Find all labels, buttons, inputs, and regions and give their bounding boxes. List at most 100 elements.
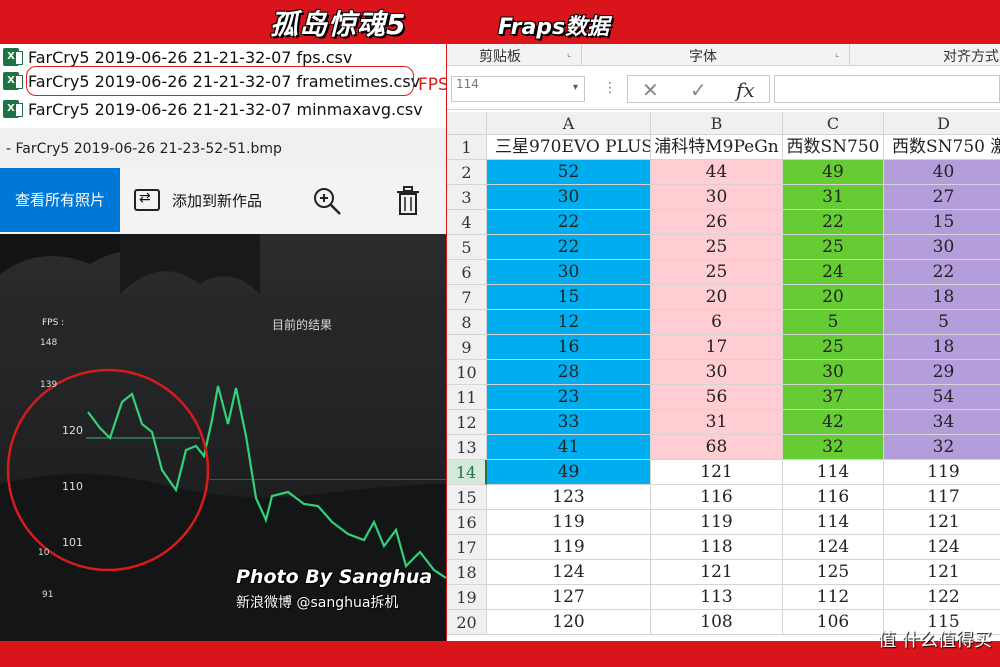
row-number[interactable]: 11	[447, 385, 487, 410]
data-cell[interactable]: 6	[651, 310, 783, 335]
data-cell[interactable]: 30	[884, 235, 1000, 260]
ribbon-group-clipboard[interactable]: 剪贴板	[479, 46, 521, 66]
data-cell[interactable]: 25	[783, 235, 884, 260]
column-header[interactable]: A	[487, 112, 651, 135]
row-number[interactable]: 14	[447, 460, 487, 485]
zoom-in-button[interactable]	[312, 186, 342, 216]
data-cell[interactable]: 124	[783, 535, 884, 560]
data-cell[interactable]: 20	[651, 285, 783, 310]
data-cell[interactable]: 25	[783, 335, 884, 360]
data-cell[interactable]: 119	[651, 510, 783, 535]
row-number[interactable]: 3	[447, 185, 487, 210]
data-cell[interactable]: 32	[783, 435, 884, 460]
row-number[interactable]: 18	[447, 560, 487, 585]
cancel-icon[interactable]: ✕	[642, 78, 659, 102]
header-cell[interactable]: 西数SN750 激	[884, 135, 1000, 160]
row-number[interactable]: 4	[447, 210, 487, 235]
data-cell[interactable]: 31	[783, 185, 884, 210]
data-cell[interactable]: 118	[651, 535, 783, 560]
data-cell[interactable]: 112	[783, 585, 884, 610]
data-cell[interactable]: 124	[884, 535, 1000, 560]
data-cell[interactable]: 125	[783, 560, 884, 585]
more-options-icon[interactable]: ⋮	[603, 80, 617, 96]
row-number[interactable]: 6	[447, 260, 487, 285]
data-cell[interactable]: 15	[487, 285, 651, 310]
data-cell[interactable]: 108	[651, 610, 783, 635]
data-cell[interactable]: 22	[783, 210, 884, 235]
ribbon-group-alignment[interactable]: 对齐方式	[943, 46, 999, 66]
data-cell[interactable]: 42	[783, 410, 884, 435]
confirm-icon[interactable]: ✓	[690, 78, 707, 102]
delete-button[interactable]	[396, 186, 422, 216]
data-cell[interactable]: 18	[884, 285, 1000, 310]
row-number[interactable]: 2	[447, 160, 487, 185]
data-cell[interactable]: 31	[651, 410, 783, 435]
formula-input[interactable]	[774, 75, 1000, 103]
data-cell[interactable]: 30	[783, 360, 884, 385]
data-cell[interactable]: 117	[884, 485, 1000, 510]
dialog-launcher-icon[interactable]: ⌞	[567, 49, 571, 59]
row-number[interactable]: 10	[447, 360, 487, 385]
row-number[interactable]: 1	[447, 135, 487, 160]
data-cell[interactable]: 22	[487, 235, 651, 260]
data-cell[interactable]: 15	[884, 210, 1000, 235]
data-cell[interactable]: 12	[487, 310, 651, 335]
row-number[interactable]: 19	[447, 585, 487, 610]
data-cell[interactable]: 20	[783, 285, 884, 310]
data-cell[interactable]: 40	[884, 160, 1000, 185]
data-cell[interactable]: 22	[884, 260, 1000, 285]
data-cell[interactable]: 22	[487, 210, 651, 235]
data-cell[interactable]: 28	[487, 360, 651, 385]
data-cell[interactable]: 24	[783, 260, 884, 285]
column-header[interactable]: C	[783, 112, 884, 135]
data-cell[interactable]: 37	[783, 385, 884, 410]
data-cell[interactable]: 5	[884, 310, 1000, 335]
data-cell[interactable]: 120	[487, 610, 651, 635]
data-cell[interactable]: 26	[651, 210, 783, 235]
data-cell[interactable]: 68	[651, 435, 783, 460]
data-cell[interactable]: 30	[651, 185, 783, 210]
row-number[interactable]: 15	[447, 485, 487, 510]
data-cell[interactable]: 127	[487, 585, 651, 610]
data-cell[interactable]: 54	[884, 385, 1000, 410]
header-cell[interactable]: 三星970EVO PLUS	[487, 135, 651, 160]
data-cell[interactable]: 119	[884, 460, 1000, 485]
view-all-photos-button[interactable]: 查看所有照片	[0, 168, 120, 232]
data-cell[interactable]: 34	[884, 410, 1000, 435]
data-cell[interactable]: 121	[651, 560, 783, 585]
select-all-corner[interactable]	[447, 112, 487, 135]
data-cell[interactable]: 30	[487, 185, 651, 210]
data-cell[interactable]: 25	[651, 260, 783, 285]
data-cell[interactable]: 124	[487, 560, 651, 585]
data-cell[interactable]: 49	[783, 160, 884, 185]
row-number[interactable]: 12	[447, 410, 487, 435]
name-box[interactable]: 114 ▾	[451, 76, 585, 102]
header-cell[interactable]: 西数SN750	[783, 135, 884, 160]
data-cell[interactable]: 23	[487, 385, 651, 410]
data-cell[interactable]: 113	[651, 585, 783, 610]
row-number[interactable]: 9	[447, 335, 487, 360]
data-cell[interactable]: 106	[783, 610, 884, 635]
ribbon-group-font[interactable]: 字体	[689, 46, 717, 66]
file-item[interactable]: X FarCry5 2019-06-26 21-21-32-07 minmaxa…	[0, 96, 446, 122]
data-cell[interactable]: 18	[884, 335, 1000, 360]
column-header[interactable]: D	[884, 112, 1000, 135]
column-header[interactable]: B	[651, 112, 783, 135]
data-cell[interactable]: 33	[487, 410, 651, 435]
row-number[interactable]: 8	[447, 310, 487, 335]
row-number[interactable]: 17	[447, 535, 487, 560]
data-cell[interactable]: 56	[651, 385, 783, 410]
data-cell[interactable]: 32	[884, 435, 1000, 460]
data-cell[interactable]: 121	[651, 460, 783, 485]
data-cell[interactable]: 30	[487, 260, 651, 285]
data-cell[interactable]: 114	[783, 510, 884, 535]
data-cell[interactable]: 5	[783, 310, 884, 335]
data-cell[interactable]: 52	[487, 160, 651, 185]
data-cell[interactable]: 29	[884, 360, 1000, 385]
data-cell[interactable]: 44	[651, 160, 783, 185]
row-number[interactable]: 13	[447, 435, 487, 460]
header-cell[interactable]: 浦科特M9PeGn	[651, 135, 783, 160]
data-cell[interactable]: 25	[651, 235, 783, 260]
add-to-new-creation-button[interactable]: 添加到新作品	[134, 168, 262, 232]
data-cell[interactable]: 116	[651, 485, 783, 510]
